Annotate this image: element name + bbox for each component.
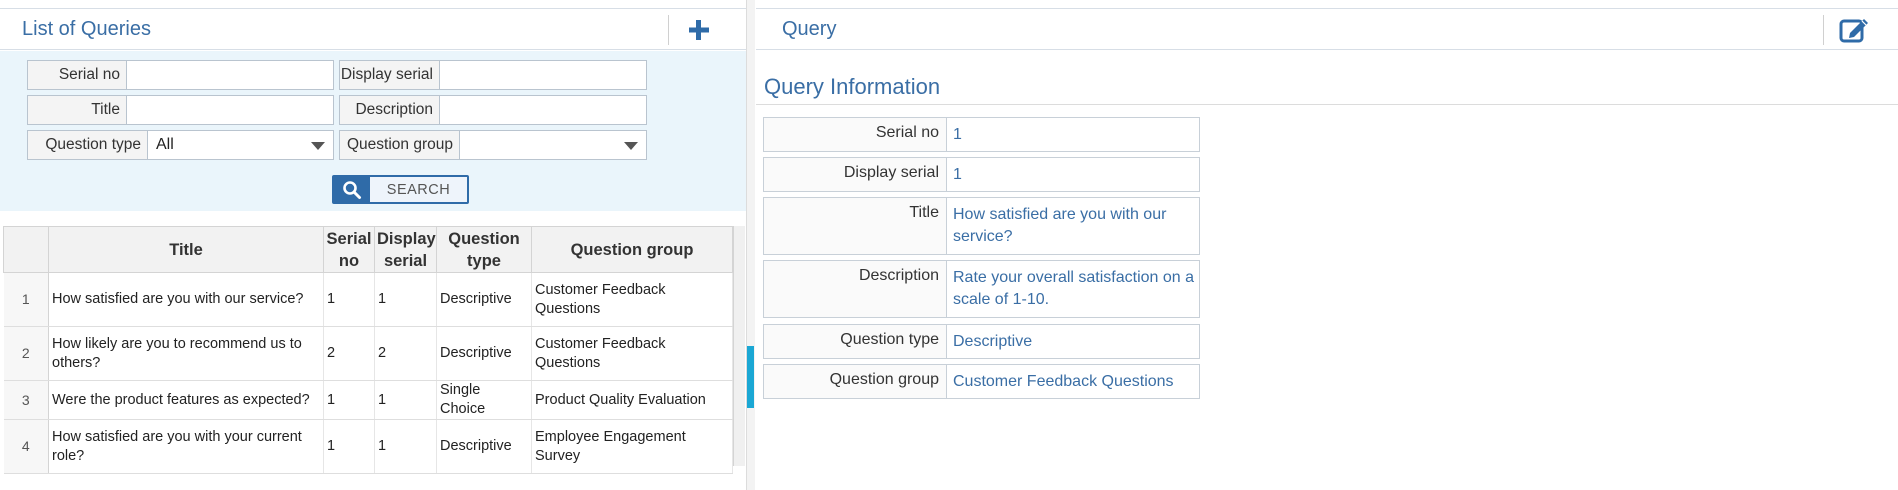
info-question-type: Question type Descriptive [763,324,1200,359]
splitter-handle[interactable] [747,346,754,408]
col-display-serial-header[interactable]: Display serial [374,226,437,273]
display-serial-filter: Display serial [339,60,647,90]
list-title: List of Queries [22,18,151,40]
chevron-down-icon [311,142,325,150]
table-header-row: Title Serial no Display serial Question … [3,226,733,273]
cell-serial: 1 [323,419,375,474]
cell-display-serial: 1 [374,272,437,327]
col-title-header[interactable]: Title [48,226,324,273]
search-button[interactable]: SEARCH [332,175,469,204]
info-serial-no: Serial no 1 [763,117,1200,152]
row-number: 3 [3,380,49,420]
cell-question-type: Descriptive [436,326,532,381]
question-type-select[interactable]: All [148,131,333,159]
serial-no-label: Serial no [28,61,127,89]
question-type-value: All [156,136,174,153]
cell-serial: 1 [323,380,375,420]
cell-question-group: Customer Feedback Questions [531,326,733,381]
queries-table: Title Serial no Display serial Question … [3,226,733,474]
info-display-serial: Display serial 1 [763,157,1200,192]
row-number: 2 [3,326,49,381]
table-row[interactable]: 2 How likely are you to recommend us to … [3,326,733,381]
info-description: Description Rate your overall satisfacti… [763,260,1200,318]
cell-question-group: Employee Engagement Survey [531,419,733,474]
info-value: Descriptive [953,333,1033,350]
row-number: 4 [3,419,49,474]
edit-icon [1839,19,1868,43]
section-title: Query Information [764,74,941,99]
display-serial-input[interactable] [440,61,646,89]
search-icon-wrap [334,177,370,202]
cell-title: How satisfied are you with our service? [48,272,324,327]
serial-no-filter: Serial no [27,60,334,90]
serial-no-input[interactable] [127,61,333,89]
info-question-group: Question group Customer Feedback Questio… [763,364,1200,399]
cell-serial: 2 [323,326,375,381]
info-value: How satisfied are you with our service? [953,206,1167,245]
info-value: Customer Feedback Questions [953,373,1174,390]
row-number: 1 [3,272,49,327]
description-label: Description [340,96,440,124]
row-number-header [3,226,49,273]
info-value: 1 [953,166,962,183]
col-question-type-header[interactable]: Question type [436,226,532,273]
cell-title: Were the product features as expected? [48,380,324,420]
magnifier-icon [343,180,361,199]
question-type-filter: Question type All [27,130,334,160]
cell-question-type: Descriptive [436,272,532,327]
cell-question-group: Customer Feedback Questions [531,272,733,327]
cell-question-type: Descriptive [436,419,532,474]
cell-display-serial: 1 [374,419,437,474]
info-value: Rate your overall satisfaction on a scal… [953,269,1195,308]
col-serial-header[interactable]: Serial no [323,226,375,273]
section-divider [756,104,1898,105]
table-row[interactable]: 4 How satisfied are you with your curren… [3,419,733,474]
add-query-button[interactable] [684,15,714,45]
description-filter: Description [339,95,647,125]
table-row[interactable]: 3 Were the product features as expected?… [3,380,733,420]
info-label: Question type [764,325,947,358]
chevron-down-icon [624,142,638,150]
queries-list-panel: List of Queries Serial no Display serial… [0,0,746,490]
description-input[interactable] [440,96,646,124]
question-group-filter: Question group [339,130,647,160]
info-title: Title How satisfied are you with our ser… [763,197,1200,255]
title-input[interactable] [127,96,333,124]
cell-question-type: Single Choice [436,380,532,420]
display-serial-label: Display serial [340,61,440,89]
cell-title: How satisfied are you with your current … [48,419,324,474]
title-filter: Title [27,95,334,125]
header-divider [1823,15,1824,45]
detail-title: Query [782,18,837,40]
detail-header: Query [756,8,1898,50]
cell-title: How likely are you to recommend us to ot… [48,326,324,381]
question-type-label: Question type [28,131,148,159]
search-label: SEARCH [386,181,451,198]
cell-display-serial: 1 [374,380,437,420]
cell-question-group: Product Quality Evaluation [531,380,733,420]
question-group-select[interactable] [460,131,646,159]
cell-display-serial: 2 [374,326,437,381]
plus-icon [689,20,709,40]
info-label: Display serial [764,158,947,191]
header-divider [668,15,669,45]
info-label: Title [764,198,947,254]
table-row[interactable]: 1 How satisfied are you with our service… [3,272,733,327]
list-header: List of Queries [0,8,746,50]
info-label: Serial no [764,118,947,151]
info-label: Description [764,261,947,317]
info-label: Question group [764,365,947,398]
app-root: List of Queries Serial no Display serial… [0,0,1898,490]
question-group-label: Question group [340,131,460,159]
panel-splitter[interactable] [746,0,755,490]
title-label: Title [28,96,127,124]
col-question-group-header[interactable]: Question group [531,226,733,273]
table-scrollbar[interactable] [733,226,745,466]
query-detail-panel: Query Query Information Serial no 1 Disp… [756,0,1898,490]
cell-serial: 1 [323,272,375,327]
info-value: 1 [953,126,962,143]
edit-query-button[interactable] [1838,14,1872,46]
